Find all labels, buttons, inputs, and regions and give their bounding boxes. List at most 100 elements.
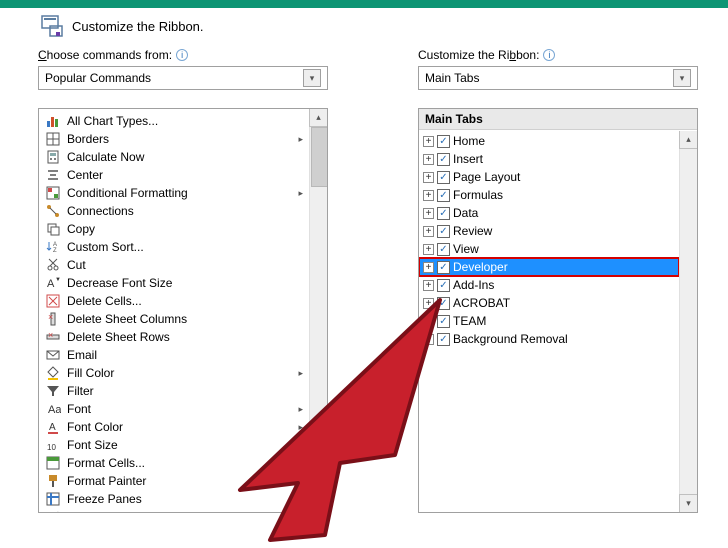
command-item[interactable]: AaFont▸ [39, 400, 309, 418]
command-label: Freeze Panes [67, 492, 292, 506]
scrollbar-track[interactable] [679, 149, 697, 494]
checkbox[interactable]: ✓ [437, 171, 450, 184]
checkbox[interactable]: ✓ [437, 315, 450, 328]
svg-text:×: × [48, 330, 53, 340]
checkbox[interactable]: ✓ [437, 225, 450, 238]
ribbon-customize-icon [40, 14, 64, 38]
tab-item-background-removal[interactable]: +✓Background Removal [419, 330, 679, 348]
command-item[interactable]: Format Cells... [39, 454, 309, 472]
command-item[interactable]: Email [39, 346, 309, 364]
svg-text:A: A [49, 422, 56, 433]
tab-item-page-layout[interactable]: +✓Page Layout [419, 168, 679, 186]
command-item[interactable]: Connections [39, 202, 309, 220]
command-label: Delete Cells... [67, 294, 303, 308]
tab-label: Page Layout [453, 170, 520, 184]
tab-item-add-ins[interactable]: +✓Add-Ins [419, 276, 679, 294]
tab-item-team[interactable]: +✓TEAM [419, 312, 679, 330]
command-item[interactable]: Format Painter [39, 472, 309, 490]
tab-item-data[interactable]: +✓Data [419, 204, 679, 222]
command-item[interactable]: Calculate Now [39, 148, 309, 166]
expander-icon[interactable]: + [423, 226, 434, 237]
expander-icon[interactable]: + [423, 244, 434, 255]
checkbox[interactable]: ✓ [437, 297, 450, 310]
command-label: Custom Sort... [67, 240, 303, 254]
help-icon[interactable]: i [176, 49, 188, 61]
expander-icon[interactable]: + [423, 208, 434, 219]
checkbox[interactable]: ✓ [437, 279, 450, 292]
connections-icon [45, 203, 61, 219]
scroll-up-button[interactable]: ▴ [679, 131, 697, 149]
command-label: Font Size [67, 438, 292, 452]
command-item[interactable]: Conditional Formatting▸ [39, 184, 309, 202]
scroll-down-button[interactable]: ▾ [679, 494, 697, 512]
checkbox[interactable]: ✓ [437, 189, 450, 202]
expander-icon[interactable]: + [423, 190, 434, 201]
chevron-down-icon: ▾ [303, 69, 321, 87]
tab-item-insert[interactable]: +✓Insert [419, 150, 679, 168]
checkbox[interactable]: ✓ [437, 135, 450, 148]
fmtcells-icon [45, 455, 61, 471]
command-item[interactable]: Filter [39, 382, 309, 400]
command-label: Copy [67, 222, 303, 236]
command-item[interactable]: 10Font Size▸ [39, 436, 309, 454]
fontsize-icon: 10 [45, 437, 61, 453]
checkbox[interactable]: ✓ [437, 261, 450, 274]
svg-text:Z: Z [53, 248, 57, 254]
chevron-down-icon: ▾ [673, 69, 691, 87]
choose-commands-dropdown[interactable]: Popular Commands ▾ [38, 66, 328, 90]
freeze-icon [45, 491, 61, 507]
expander-icon[interactable]: + [423, 298, 434, 309]
commands-listbox[interactable]: ▴ ▾ All Chart Types...Borders▸Calculate … [38, 108, 328, 513]
checkbox[interactable]: ✓ [437, 243, 450, 256]
condfmt-icon [45, 185, 61, 201]
tab-item-developer[interactable]: +✓Developer [419, 258, 679, 276]
expander-icon[interactable]: + [423, 154, 434, 165]
expander-icon[interactable]: + [423, 334, 434, 345]
command-item[interactable]: Freeze Panes▸ [39, 490, 309, 508]
command-item[interactable]: Delete Cells... [39, 292, 309, 310]
left-column: Choose commands from: i Popular Commands… [38, 48, 328, 513]
tab-label: Insert [453, 152, 483, 166]
command-item[interactable]: A▲Increase Font Size [39, 508, 309, 513]
expander-icon[interactable]: + [423, 136, 434, 147]
command-item[interactable]: Copy [39, 220, 309, 238]
command-item[interactable]: ×Delete Sheet Rows [39, 328, 309, 346]
scrollbar-track[interactable] [309, 127, 327, 494]
scroll-down-button[interactable]: ▾ [309, 494, 327, 512]
command-label: Format Painter [67, 474, 303, 488]
command-item[interactable]: A▼Decrease Font Size [39, 274, 309, 292]
command-item[interactable]: Borders▸ [39, 130, 309, 148]
command-item[interactable]: ×Delete Sheet Columns [39, 310, 309, 328]
tab-item-acrobat[interactable]: +✓ACROBAT [419, 294, 679, 312]
command-item[interactable]: All Chart Types... [39, 112, 309, 130]
command-item[interactable]: Center [39, 166, 309, 184]
tab-item-view[interactable]: +✓View [419, 240, 679, 258]
checkbox[interactable]: ✓ [437, 207, 450, 220]
help-icon[interactable]: i [543, 49, 555, 61]
customize-ribbon-value: Main Tabs [425, 71, 673, 85]
page-header: Customize the Ribbon. [0, 8, 728, 48]
svg-text:▼: ▼ [55, 277, 61, 283]
command-item[interactable]: AZCustom Sort... [39, 238, 309, 256]
command-item[interactable]: Fill Color▸ [39, 364, 309, 382]
tab-item-review[interactable]: +✓Review [419, 222, 679, 240]
checkbox[interactable]: ✓ [437, 153, 450, 166]
tab-item-formulas[interactable]: +✓Formulas [419, 186, 679, 204]
expander-icon[interactable]: + [423, 280, 434, 291]
expander-icon[interactable]: + [423, 172, 434, 183]
chart-icon [45, 113, 61, 129]
fillcolor-icon [45, 365, 61, 381]
svg-text:10: 10 [47, 443, 56, 452]
tab-item-home[interactable]: +✓Home [419, 132, 679, 150]
command-item[interactable]: Cut [39, 256, 309, 274]
customize-ribbon-dropdown[interactable]: Main Tabs ▾ [418, 66, 698, 90]
expander-icon[interactable]: + [423, 262, 434, 273]
checkbox[interactable]: ✓ [437, 333, 450, 346]
command-label: Fill Color [67, 366, 292, 380]
tabs-treebox[interactable]: Main Tabs ▴ ▾ +✓Home+✓Insert+✓Page Layou… [418, 108, 698, 513]
scroll-up-button[interactable]: ▴ [309, 109, 327, 127]
command-label: Increase Font Size [67, 510, 303, 513]
expander-icon[interactable]: + [423, 316, 434, 327]
command-label: Borders [67, 132, 292, 146]
command-item[interactable]: AFont Color▸ [39, 418, 309, 436]
